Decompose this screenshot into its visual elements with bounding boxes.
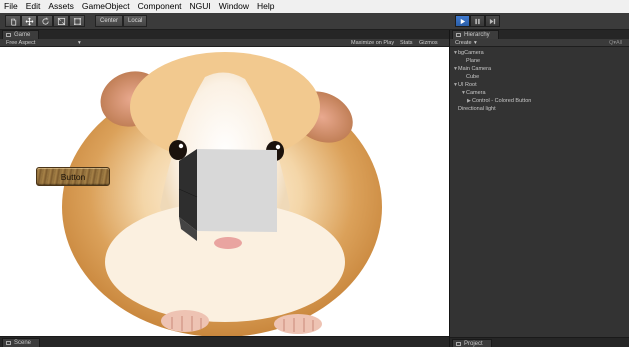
tree-label: Directional light	[458, 106, 496, 112]
pause-icon	[475, 18, 480, 24]
play-icon	[460, 18, 466, 24]
tree-label: UI Root	[458, 82, 477, 88]
hierarchy-toolbar: Create ▾ Q▾All	[450, 39, 629, 47]
create-dropdown[interactable]: Create	[455, 39, 472, 47]
stats-toggle[interactable]: Stats	[400, 39, 413, 47]
tree-label: Plane	[466, 58, 481, 64]
hierarchy-tab-bar: Hierarchy	[450, 30, 629, 39]
game-view[interactable]: Button	[0, 47, 449, 336]
expand-arrow-icon[interactable]: ▼	[453, 81, 458, 89]
create-dropdown-arrow[interactable]: ▾	[474, 39, 477, 47]
expand-arrow-icon[interactable]: ▼	[453, 65, 458, 73]
tab-project[interactable]: Project	[452, 339, 492, 347]
game-toolbar: Free Aspect ▾ Maximize on Play Stats Giz…	[0, 39, 449, 47]
scene-tab-icon	[6, 341, 11, 345]
step-icon	[489, 18, 496, 24]
pivot-center-label: Center	[100, 18, 119, 24]
play-controls	[455, 15, 500, 27]
menu-assets[interactable]: Assets	[44, 0, 78, 13]
tree-item-colored-button[interactable]: ▶ Control - Colored Button	[467, 97, 532, 105]
menu-file[interactable]: File	[0, 0, 22, 13]
move-tool-button[interactable]	[21, 15, 37, 27]
expand-arrow-icon[interactable]: ▶	[467, 97, 471, 105]
aspect-dropdown-arrow[interactable]: ▾	[78, 39, 81, 47]
transform-tools	[5, 15, 85, 27]
project-tab-bar: Project	[450, 337, 629, 347]
hand-tool-button[interactable]	[5, 15, 21, 27]
game-tab-icon	[6, 33, 11, 37]
cube-object	[178, 149, 277, 241]
tree-item-plane[interactable]: Plane	[466, 57, 480, 65]
tree-item-directional-light[interactable]: Directional light	[458, 105, 496, 113]
menu-gameobject[interactable]: GameObject	[78, 0, 134, 13]
tree-label: Main Camera	[458, 66, 492, 72]
tree-label: Cube	[466, 74, 480, 80]
tree-label: Control - Colored Button	[472, 98, 532, 104]
tree-item-main-camera[interactable]: ▼ Main Camera	[453, 65, 492, 73]
scale-tool-button[interactable]	[53, 15, 69, 27]
hierarchy-search[interactable]: Q▾All	[609, 39, 622, 47]
pivot-local-button[interactable]: Local	[123, 15, 148, 27]
ngui-colored-button[interactable]: Button	[36, 167, 110, 186]
tab-game-label: Game	[14, 32, 31, 38]
tree-label: Camera	[466, 90, 486, 96]
tab-scene[interactable]: Scene	[2, 338, 41, 347]
menu-bar: File Edit Assets GameObject Component NG…	[0, 0, 629, 13]
toolbar: Center Local	[0, 13, 629, 30]
hierarchy-tree: ▼ bgCamera Plane ▼ Main Camera Cube ▼ UI Ro…	[450, 47, 629, 337]
step-button[interactable]	[485, 15, 500, 27]
hierarchy-tab-icon	[456, 33, 461, 37]
game-tab-bar: Game	[0, 30, 449, 39]
tree-item-ui-root[interactable]: ▼ UI Root	[453, 81, 477, 89]
menu-component[interactable]: Component	[134, 0, 186, 13]
tree-item-cube[interactable]: Cube	[466, 73, 479, 81]
menu-edit[interactable]: Edit	[22, 0, 45, 13]
tree-item-camera[interactable]: ▼ Camera	[461, 89, 486, 97]
tab-project-label: Project	[464, 341, 483, 347]
tree-item-bgcamera[interactable]: ▼ bgCamera	[453, 49, 484, 57]
rect-icon	[73, 17, 81, 25]
maximize-on-play-toggle[interactable]: Maximize on Play	[351, 39, 394, 47]
pivot-center-button[interactable]: Center	[95, 15, 124, 27]
rotate-icon	[41, 17, 49, 25]
play-button[interactable]	[455, 15, 470, 27]
expand-arrow-icon[interactable]: ▼	[453, 49, 458, 57]
rect-tool-button[interactable]	[69, 15, 85, 27]
tab-hierarchy-label: Hierarchy	[464, 32, 490, 38]
menu-ngui[interactable]: NGUI	[186, 0, 215, 13]
tab-hierarchy[interactable]: Hierarchy	[452, 30, 499, 39]
ngui-button-label: Button	[60, 171, 86, 182]
rotate-tool-button[interactable]	[37, 15, 53, 27]
move-icon	[25, 17, 33, 25]
scene-tab-bar: Scene	[0, 336, 449, 347]
pivot-toggles: Center Local	[95, 15, 148, 27]
expand-arrow-icon[interactable]: ▼	[461, 89, 466, 97]
pause-button[interactable]	[470, 15, 485, 27]
scale-icon	[57, 17, 65, 25]
tab-game[interactable]: Game	[2, 30, 40, 39]
hand-icon	[10, 17, 16, 26]
tab-scene-label: Scene	[14, 340, 32, 346]
aspect-dropdown[interactable]: Free Aspect	[6, 39, 35, 47]
tree-label: bgCamera	[458, 50, 484, 56]
project-tab-icon	[456, 342, 461, 346]
menu-help[interactable]: Help	[253, 0, 278, 13]
gizmos-toggle[interactable]: Gizmos	[419, 39, 438, 47]
pivot-local-label: Local	[128, 18, 143, 24]
menu-window[interactable]: Window	[215, 0, 253, 13]
